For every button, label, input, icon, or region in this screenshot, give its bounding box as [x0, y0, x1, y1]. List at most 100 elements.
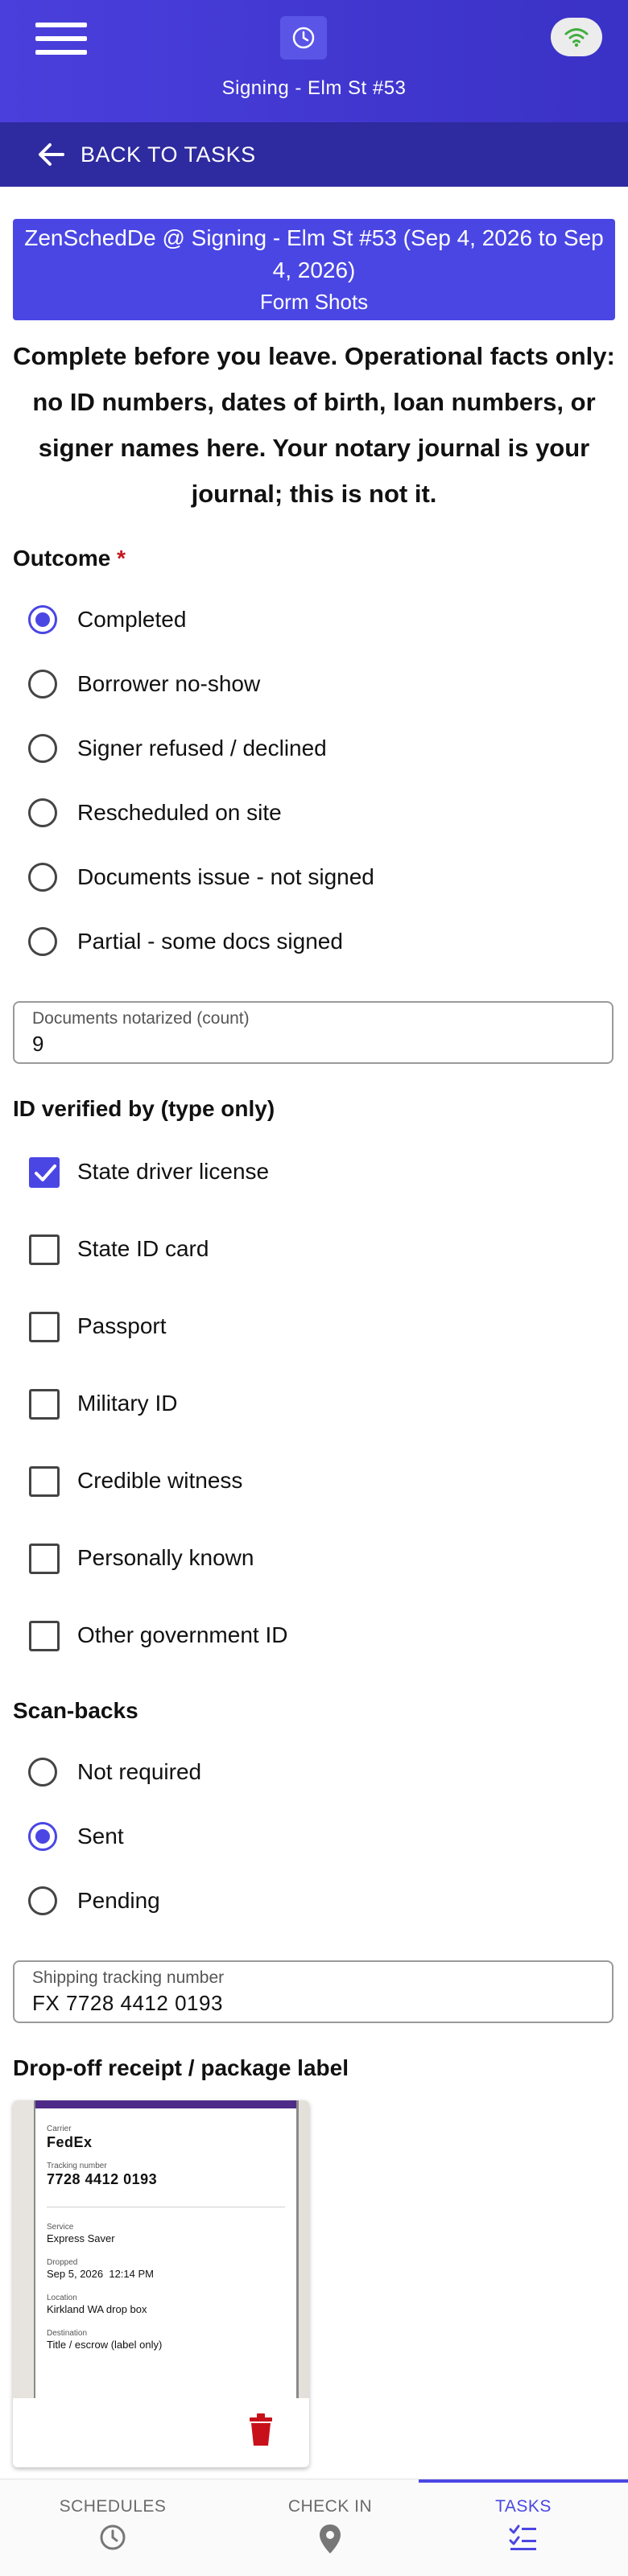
- id-option-passport[interactable]: Passport: [13, 1302, 609, 1354]
- checkbox[interactable]: [29, 1621, 60, 1651]
- radio-label: Borrower no-show: [77, 671, 261, 696]
- receipt-tracking-label: Tracking number: [47, 2162, 107, 2170]
- checkbox-label: Personally known: [77, 1545, 254, 1570]
- receipt-destination: Title / escrow (label only): [47, 2339, 163, 2351]
- required-mark: *: [117, 546, 126, 571]
- job-banner: ZenSchedDe @ Signing - Elm St #53 (Sep 4…: [13, 219, 615, 320]
- receipt-paper: Carrier FedEx Tracking number 7728 4412 …: [34, 2100, 299, 2398]
- checkbox[interactable]: [29, 1312, 60, 1342]
- id-option-personally-known[interactable]: Personally known: [13, 1534, 609, 1585]
- clock-icon: [280, 16, 327, 60]
- checkbox[interactable]: [29, 1389, 60, 1420]
- receipt-service-label: Service: [47, 2223, 74, 2232]
- receipt-band: [35, 2100, 296, 2108]
- radio[interactable]: [28, 863, 57, 892]
- checkbox-label: Credible witness: [77, 1468, 243, 1493]
- back-to-tasks-label: BACK TO TASKS: [81, 142, 256, 167]
- checkbox-label: State driver license: [77, 1159, 270, 1184]
- nav-tasks[interactable]: TASKS: [419, 2479, 628, 2576]
- receipt-dropped: Sep 5, 2026 12:14 PM: [47, 2268, 154, 2280]
- nav-check-in-label: CHECK IN: [287, 2497, 373, 2516]
- checklist-icon: [509, 2524, 536, 2550]
- outcome-option-rescheduled[interactable]: Rescheduled on site: [13, 789, 609, 840]
- app-header: Signing - Elm St #53: [0, 0, 628, 122]
- receipt-tracking: 7728 4412 0193: [47, 2171, 158, 2187]
- checkbox[interactable]: [29, 1466, 60, 1497]
- back-to-tasks-button[interactable]: BACK TO TASKS: [0, 122, 628, 187]
- radio-label: Not required: [77, 1759, 202, 1784]
- nav-schedules-label: SCHEDULES: [59, 2497, 167, 2516]
- receipt-carrier-label: Carrier: [47, 2125, 72, 2133]
- radio-label: Sent: [77, 1824, 124, 1849]
- outcome-heading: Outcome *: [13, 546, 126, 571]
- outcome-option-completed[interactable]: Completed: [13, 596, 609, 647]
- checkbox-checked[interactable]: [29, 1157, 60, 1188]
- checkmark-icon: [35, 1164, 56, 1181]
- outcome-option-docs-issue[interactable]: Documents issue - not signed: [13, 853, 609, 905]
- id-verified-heading: ID verified by (type only): [13, 1096, 275, 1121]
- id-option-military-id[interactable]: Military ID: [13, 1379, 609, 1431]
- scanbacks-heading: Scan-backs: [13, 1698, 138, 1723]
- receipt-location: Kirkland WA drop box: [47, 2303, 147, 2315]
- radio-label: Documents issue - not signed: [77, 864, 374, 889]
- checkbox[interactable]: [29, 1234, 60, 1265]
- banner-subtitle: Form Shots: [259, 290, 369, 314]
- outcome-label: Outcome: [13, 546, 111, 571]
- nav-check-in[interactable]: CHECK IN: [225, 2479, 435, 2576]
- radio-label: Partial - some docs signed: [77, 929, 343, 954]
- hamburger-icon[interactable]: [35, 23, 87, 55]
- radio-label: Completed: [77, 607, 187, 632]
- clock-icon: [100, 2524, 126, 2550]
- receipt-service: Express Saver: [47, 2232, 115, 2244]
- receipt-dropped-label: Dropped: [47, 2258, 78, 2267]
- receipt-photo[interactable]: Carrier FedEx Tracking number 7728 4412 …: [13, 2100, 309, 2398]
- map-pin-icon: [320, 2524, 341, 2553]
- instructions-text: Complete before you leave. Operational f…: [13, 342, 615, 508]
- documents-count-label: Documents notarized (count): [32, 1009, 250, 1028]
- documents-count-field[interactable]: Documents notarized (count) 9: [13, 1001, 614, 1064]
- radio-selected[interactable]: [28, 1822, 57, 1851]
- id-option-state-id[interactable]: State ID card: [13, 1225, 609, 1276]
- nav-schedules[interactable]: SCHEDULES: [8, 2479, 217, 2576]
- outcome-option-partial[interactable]: Partial - some docs signed: [13, 917, 609, 969]
- tracking-number-value[interactable]: FX 7728 4412 0193: [32, 1991, 223, 2016]
- tracking-number-field[interactable]: Shipping tracking number FX 7728 4412 01…: [13, 1960, 614, 2023]
- checkbox-label: Military ID: [77, 1391, 178, 1416]
- wifi-icon[interactable]: [551, 18, 602, 56]
- documents-count-value[interactable]: 9: [32, 1032, 44, 1057]
- receipt-carrier: FedEx: [47, 2134, 93, 2150]
- radio[interactable]: [28, 670, 57, 699]
- checkbox-label: Other government ID: [77, 1622, 288, 1647]
- scanbacks-option-sent[interactable]: Sent: [13, 1812, 609, 1864]
- receipt-photo-card[interactable]: Carrier FedEx Tracking number 7728 4412 …: [13, 2100, 309, 2467]
- radio-label: Rescheduled on site: [77, 800, 282, 825]
- checkbox[interactable]: [29, 1544, 60, 1574]
- id-option-credible-witness[interactable]: Credible witness: [13, 1457, 609, 1508]
- outcome-option-refused[interactable]: Signer refused / declined: [13, 724, 609, 776]
- scanbacks-option-pending[interactable]: Pending: [13, 1877, 609, 1928]
- outcome-option-no-show[interactable]: Borrower no-show: [13, 660, 609, 711]
- banner-title: ZenSchedDe @ Signing - Elm St #53 (Sep 4…: [24, 225, 604, 282]
- radio-label: Pending: [77, 1888, 160, 1913]
- radio[interactable]: [28, 798, 57, 827]
- id-option-driver-license[interactable]: State driver license: [13, 1148, 609, 1199]
- bottom-navigation: SCHEDULES CHECK IN TASKS: [0, 2479, 628, 2576]
- trash-icon[interactable]: [246, 2413, 275, 2446]
- radio-selected[interactable]: [28, 605, 57, 634]
- page-title: Signing - Elm St #53: [221, 77, 407, 99]
- radio[interactable]: [28, 734, 57, 763]
- radio[interactable]: [28, 1758, 57, 1787]
- receipt-heading: Drop-off receipt / package label: [13, 2055, 349, 2080]
- tracking-number-label: Shipping tracking number: [32, 1968, 225, 1987]
- receipt-location-label: Location: [47, 2294, 77, 2302]
- checkbox-label: Passport: [77, 1313, 167, 1338]
- scanbacks-option-not-required[interactable]: Not required: [13, 1748, 609, 1799]
- nav-tasks-label: TASKS: [495, 2497, 552, 2516]
- radio-label: Signer refused / declined: [77, 736, 327, 760]
- arrow-left-icon: [39, 143, 64, 166]
- radio[interactable]: [28, 1886, 57, 1915]
- checkbox-label: State ID card: [77, 1236, 209, 1261]
- radio[interactable]: [28, 927, 57, 956]
- receipt-destination-label: Destination: [47, 2329, 88, 2338]
- id-option-other-government[interactable]: Other government ID: [13, 1611, 609, 1663]
